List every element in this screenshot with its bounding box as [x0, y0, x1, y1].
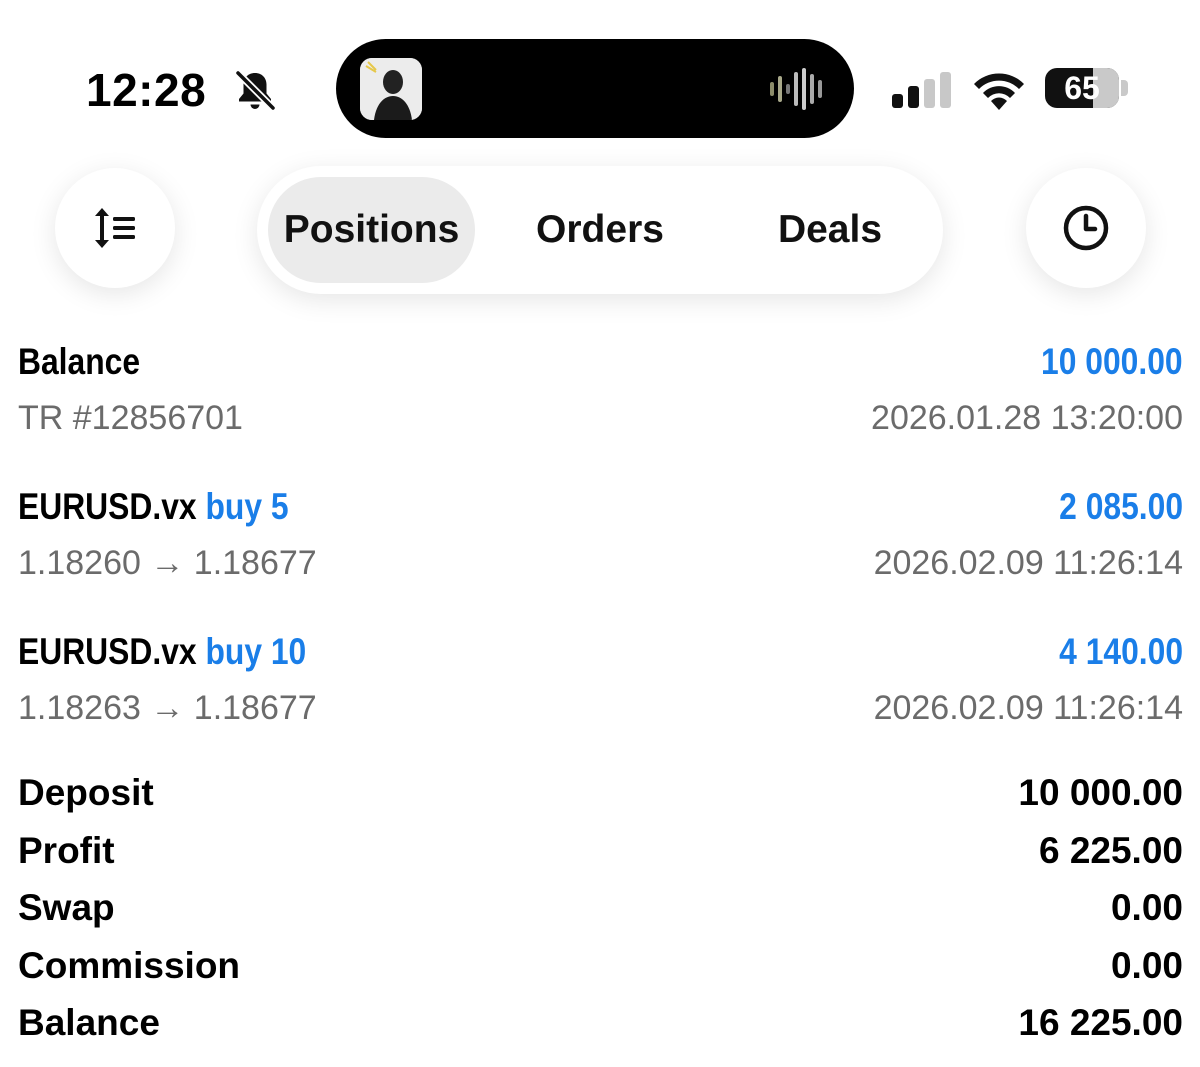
deal-type: buy 10 — [205, 631, 307, 672]
view-tabs: Positions Orders Deals — [257, 166, 943, 294]
dynamic-island[interactable] — [336, 39, 854, 138]
summary-value: 0.00 — [1110, 944, 1183, 986]
deal-title: Balance — [18, 340, 140, 384]
bell-slash-icon — [235, 70, 276, 111]
summary-label: Deposit — [18, 772, 154, 813]
cellular-signal-icon — [892, 72, 951, 108]
tab-positions[interactable]: Positions — [268, 177, 475, 283]
battery-cap — [1121, 80, 1128, 96]
deal-symbol: Balance — [18, 341, 141, 382]
deal-detail: TR #12856701 — [18, 399, 243, 437]
list-item[interactable]: EURUSD.vx buy 5 2 085.00 1.18260 → 1.186… — [18, 485, 1183, 595]
deal-time: 2026.02.09 11:26:14 — [873, 544, 1183, 582]
history-period-button[interactable] — [1026, 168, 1146, 288]
sort-lines-icon — [95, 208, 135, 248]
list-item[interactable]: Balance 10 000.00 TR #12856701 2026.01.2… — [18, 340, 1183, 450]
summary-value: 16 225.00 — [1018, 1002, 1183, 1043]
sort-button[interactable] — [55, 168, 175, 288]
list-item[interactable]: EURUSD.vx buy 10 4 140.00 1.18263 → 1.18… — [18, 630, 1183, 740]
summary-label: Profit — [18, 829, 115, 871]
deal-amount: 2 085.00 — [1059, 486, 1183, 527]
deal-amount: 4 140.00 — [1059, 631, 1183, 672]
deal-title: EURUSD.vx buy 10 — [18, 630, 306, 674]
deal-type: buy 5 — [205, 486, 289, 527]
album-art-icon — [360, 58, 422, 120]
summary-totals: Deposit 10 000.00 Profit 6 225.00 Swap 0… — [18, 770, 1183, 1058]
summary-row-swap: Swap 0.00 — [18, 885, 1183, 943]
audio-waveform-icon — [770, 68, 822, 110]
deal-title: EURUSD.vx buy 5 — [18, 485, 289, 529]
summary-label: Commission — [18, 944, 241, 986]
status-time: 12:28 — [86, 64, 207, 116]
deal-symbol: EURUSD.vx — [18, 486, 197, 527]
deal-detail: 1.18263 → 1.18677 — [18, 689, 317, 727]
summary-label: Balance — [18, 1002, 160, 1043]
clock-icon — [1063, 205, 1109, 251]
summary-row-commission: Commission 0.00 — [18, 943, 1183, 1001]
summary-value: 6 225.00 — [1038, 829, 1183, 871]
tab-deals[interactable]: Deals — [733, 177, 927, 283]
deal-detail: 1.18260 → 1.18677 — [18, 544, 317, 582]
deals-history-screen: 12:28 65 Positions Orders Deals Balance … — [0, 0, 1200, 1067]
summary-value: 0.00 — [1110, 887, 1183, 928]
deal-symbol: EURUSD.vx — [18, 631, 197, 672]
deal-time: 2026.01.28 13:20:00 — [871, 399, 1183, 437]
tab-orders[interactable]: Orders — [503, 177, 697, 283]
summary-row-profit: Profit 6 225.00 — [18, 828, 1183, 886]
deal-amount: 10 000.00 — [1041, 341, 1183, 382]
summary-row-balance: Balance 16 225.00 — [18, 1000, 1183, 1058]
summary-row-deposit: Deposit 10 000.00 — [18, 770, 1183, 828]
deal-time: 2026.02.09 11:26:14 — [873, 689, 1183, 727]
wifi-icon — [974, 73, 1024, 110]
summary-value: 10 000.00 — [1018, 772, 1183, 813]
battery-icon: 65 — [1045, 68, 1119, 108]
battery-percent: 65 — [1064, 70, 1100, 106]
summary-label: Swap — [18, 887, 115, 928]
